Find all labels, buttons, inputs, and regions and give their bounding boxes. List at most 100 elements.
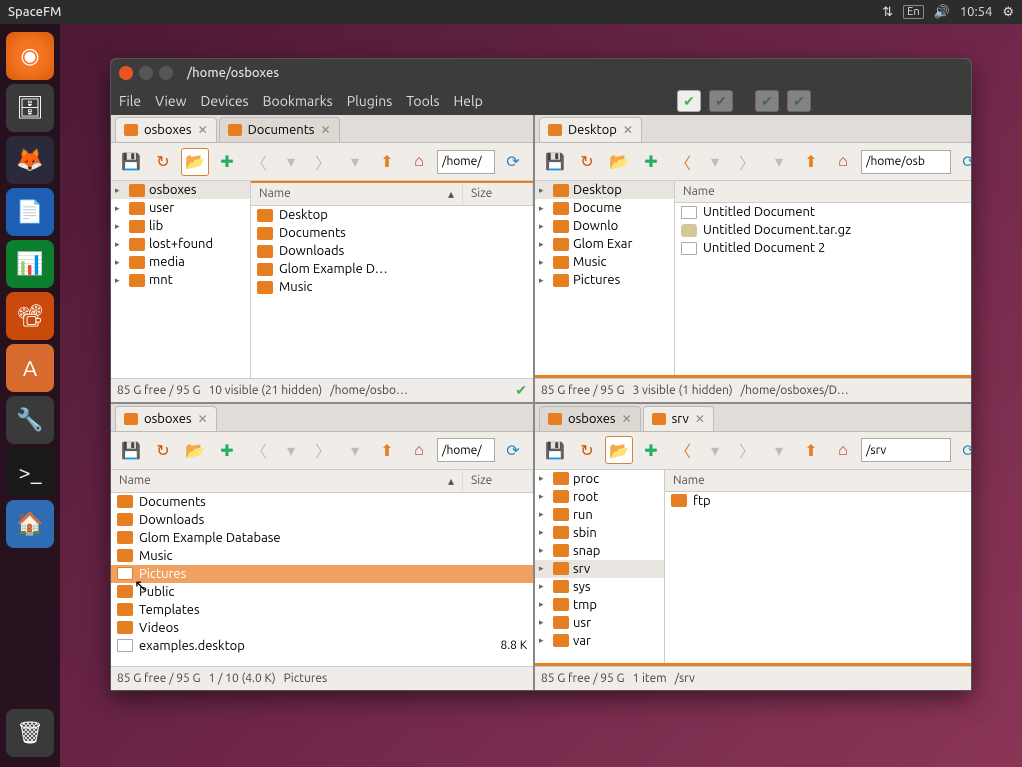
back-icon[interactable]: 〈 xyxy=(669,436,697,464)
back-icon[interactable]: 〈 xyxy=(669,148,697,176)
language-indicator[interactable]: En xyxy=(903,5,923,19)
launcher-home[interactable]: 🏠 xyxy=(6,500,54,548)
refresh-icon[interactable]: ↻ xyxy=(149,436,177,464)
launcher-terminal[interactable]: >_ xyxy=(6,448,54,496)
tree-row-selected[interactable]: ▸srv xyxy=(535,560,664,578)
list-item[interactable]: ftp xyxy=(665,492,972,510)
path-input[interactable] xyxy=(861,150,951,174)
tree-row[interactable]: ▸osboxes xyxy=(111,181,250,199)
network-icon[interactable]: ⇅ xyxy=(882,5,893,20)
up-icon[interactable]: ⬆ xyxy=(373,436,401,464)
list-item[interactable]: Untitled Document 2 xyxy=(675,239,972,257)
list-item[interactable]: Downloads xyxy=(111,511,533,529)
launcher-impress[interactable]: 📽 xyxy=(6,292,54,340)
list-item[interactable]: Desktop xyxy=(251,206,533,224)
tree-row[interactable]: ▸mnt xyxy=(111,271,250,289)
device-icon[interactable]: 💾 xyxy=(117,148,145,176)
menu-bookmarks[interactable]: Bookmarks xyxy=(263,93,333,109)
reload-icon[interactable]: ⟳ xyxy=(499,148,527,176)
tree-pane2[interactable]: ▸Desktop ▸Docume ▸Downlo ▸Glom Exar ▸Mus… xyxy=(535,181,675,375)
tab-close-icon[interactable]: ✕ xyxy=(695,412,705,426)
tab-osboxes[interactable]: osboxes✕ xyxy=(115,406,217,431)
refresh-icon[interactable]: ↻ xyxy=(149,148,177,176)
tree-row[interactable]: ▸Glom Exar xyxy=(535,235,674,253)
tree-row[interactable]: ▸sys xyxy=(535,578,664,596)
tab-close-icon[interactable]: ✕ xyxy=(320,123,330,137)
forward-icon[interactable]: 〉 xyxy=(309,148,337,176)
list-item[interactable]: Videos xyxy=(111,619,533,637)
forward-icon[interactable]: 〉 xyxy=(309,436,337,464)
open-folder-icon[interactable]: 📂 xyxy=(181,148,209,176)
tree-row[interactable]: ▸var xyxy=(535,632,664,650)
path-input[interactable] xyxy=(437,150,495,174)
list-item[interactable]: Glom Example D… xyxy=(251,260,533,278)
launcher-writer[interactable]: 📄 xyxy=(6,188,54,236)
list-item-selected[interactable]: Pictures xyxy=(111,565,533,583)
launcher-dash[interactable]: ◉ xyxy=(6,32,54,80)
tree-pane4[interactable]: ▸proc ▸root ▸run ▸sbin ▸snap ▸srv ▸sys ▸… xyxy=(535,470,665,664)
device-icon[interactable]: 💾 xyxy=(541,148,569,176)
launcher-files[interactable]: 🗄 xyxy=(6,84,54,132)
list-pane4[interactable]: Name ftp xyxy=(665,470,972,664)
list-item[interactable]: Untitled Document xyxy=(675,203,972,221)
menu-help[interactable]: Help xyxy=(454,93,483,109)
path-input[interactable] xyxy=(437,438,495,462)
list-item[interactable]: Untitled Document.tar.gz xyxy=(675,221,972,239)
home-icon[interactable]: ⌂ xyxy=(405,148,433,176)
list-item[interactable]: Downloads xyxy=(251,242,533,260)
reload-icon[interactable]: ⟳ xyxy=(955,436,972,464)
up-icon[interactable]: ⬆ xyxy=(797,436,825,464)
tab-osboxes[interactable]: osboxes✕ xyxy=(115,117,217,142)
device-icon[interactable]: 💾 xyxy=(117,436,145,464)
tree-row[interactable]: ▸tmp xyxy=(535,596,664,614)
sound-icon[interactable]: 🔊 xyxy=(934,5,950,20)
dropdown-icon[interactable]: ▾ xyxy=(701,148,729,176)
tree-row[interactable]: ▸Pictures xyxy=(535,271,674,289)
tree-row[interactable]: ▸user xyxy=(111,199,250,217)
launcher-firefox[interactable]: 🦊 xyxy=(6,136,54,184)
tab-desktop[interactable]: Desktop✕ xyxy=(539,117,642,142)
home-icon[interactable]: ⌂ xyxy=(829,148,857,176)
tree-row[interactable]: ▸media xyxy=(111,253,250,271)
list-pane3[interactable]: Name▴Size Documents Downloads Glom Examp… xyxy=(111,470,533,667)
tree-row[interactable]: ▸Desktop xyxy=(535,181,674,199)
task-check-4[interactable]: ✔ xyxy=(787,90,811,112)
list-item[interactable]: Music xyxy=(111,547,533,565)
list-item[interactable]: Documents xyxy=(251,224,533,242)
up-icon[interactable]: ⬆ xyxy=(373,148,401,176)
tree-row[interactable]: ▸Downlo xyxy=(535,217,674,235)
tree-row[interactable]: ▸Docume xyxy=(535,199,674,217)
window-minimize-button[interactable] xyxy=(139,66,153,80)
list-item[interactable]: Documents xyxy=(111,493,533,511)
menu-tools[interactable]: Tools xyxy=(406,93,439,109)
tree-pane1[interactable]: ▸osboxes ▸user ▸lib ▸lost+found ▸media ▸… xyxy=(111,181,251,378)
dropdown-icon[interactable]: ▾ xyxy=(341,436,369,464)
launcher-trash[interactable]: 🗑 xyxy=(6,709,54,757)
list-pane2[interactable]: Name Untitled Document Untitled Document… xyxy=(675,181,972,375)
tab-srv[interactable]: srv✕ xyxy=(643,406,714,431)
menu-plugins[interactable]: Plugins xyxy=(347,93,393,109)
open-folder-icon[interactable]: 📂 xyxy=(181,436,209,464)
back-icon[interactable]: 〈 xyxy=(245,148,273,176)
dropdown-icon[interactable]: ▾ xyxy=(701,436,729,464)
menu-view[interactable]: View xyxy=(155,93,186,109)
forward-icon[interactable]: 〉 xyxy=(733,148,761,176)
tab-osboxes[interactable]: osboxes✕ xyxy=(539,406,641,431)
reload-icon[interactable]: ⟳ xyxy=(955,148,972,176)
tree-row[interactable]: ▸lib xyxy=(111,217,250,235)
window-maximize-button[interactable] xyxy=(159,66,173,80)
task-check-1[interactable]: ✔ xyxy=(677,90,701,112)
list-pane1[interactable]: Name▴Size Desktop Documents Downloads Gl… xyxy=(251,181,533,378)
forward-icon[interactable]: 〉 xyxy=(733,436,761,464)
home-icon[interactable]: ⌂ xyxy=(405,436,433,464)
menu-file[interactable]: File xyxy=(119,93,141,109)
tab-close-icon[interactable]: ✕ xyxy=(198,412,208,426)
add-icon[interactable]: ✚ xyxy=(213,148,241,176)
launcher-settings[interactable]: 🔧 xyxy=(6,396,54,444)
clock[interactable]: 10:54 xyxy=(960,5,993,19)
add-icon[interactable]: ✚ xyxy=(637,148,665,176)
tree-row[interactable]: ▸proc xyxy=(535,470,664,488)
launcher-software[interactable]: A xyxy=(6,344,54,392)
back-icon[interactable]: 〈 xyxy=(245,436,273,464)
task-check-3[interactable]: ✔ xyxy=(755,90,779,112)
